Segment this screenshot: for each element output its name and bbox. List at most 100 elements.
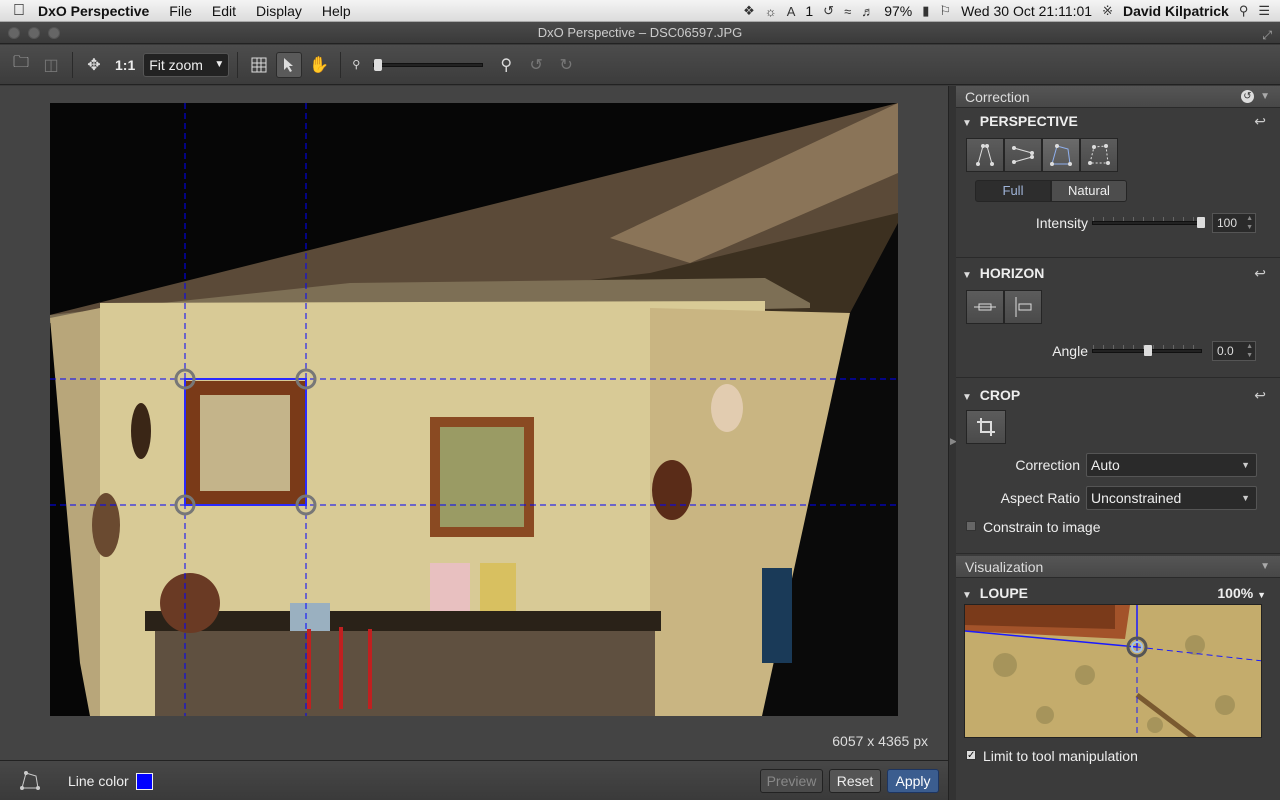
fullscreen-icon[interactable]: ⤢ <box>1262 24 1272 46</box>
window-controls <box>8 27 60 39</box>
menu-help[interactable]: Help <box>322 3 351 19</box>
limit-label[interactable]: Limit to tool manipulation <box>983 748 1138 764</box>
menu-file[interactable]: File <box>169 3 192 19</box>
crop-correction-row: Correction Auto ▼ <box>956 450 1280 480</box>
zoom-slider-thumb[interactable] <box>374 58 383 71</box>
crop-correction-select[interactable]: Auto ▼ <box>1086 453 1257 477</box>
zoom-in-icon[interactable]: ⚲ <box>493 52 519 78</box>
loupe-header[interactable]: ▼ LOUPE 100% ▼ <box>956 580 1280 606</box>
undo-perspective-icon[interactable]: ↩ <box>1254 108 1266 134</box>
time-machine-icon[interactable]: ↺ <box>823 3 834 19</box>
correction-panel: Correction ↺ ▼ ▼ PERSPECTIVE ↩ Full Natu… <box>956 86 1280 800</box>
eight-point-tool-icon[interactable] <box>1080 138 1118 172</box>
sync-icon[interactable]: ☼ <box>765 4 777 19</box>
mode-full-button[interactable]: Full <box>975 180 1051 202</box>
actual-size-button[interactable]: 1:1 <box>111 57 139 73</box>
zoom-select[interactable]: Fit zoom ▼ <box>143 52 230 77</box>
aspect-ratio-label: Aspect Ratio <box>1000 490 1080 506</box>
photo-preview[interactable] <box>50 103 898 716</box>
horizon-header[interactable]: ▼ HORIZON ↩ <box>956 260 1280 286</box>
pin-icon[interactable]: ▼ <box>1260 556 1270 578</box>
disclosure-triangle-icon[interactable]: ▼ <box>962 270 972 281</box>
hand-tool-icon[interactable]: ✋ <box>306 52 332 78</box>
bottom-bar: Line color Preview Reset Apply <box>0 760 948 800</box>
open-folder-icon[interactable]: 🗀 <box>8 52 34 78</box>
chevron-down-icon: ▼ <box>1257 590 1266 600</box>
perspective-header[interactable]: ▼ PERSPECTIVE ↩ <box>956 108 1280 134</box>
aspect-ratio-select[interactable]: Unconstrained ▼ <box>1086 486 1257 510</box>
app-menu[interactable]: DxO Perspective <box>38 3 149 19</box>
perspective-title: PERSPECTIVE <box>979 113 1078 129</box>
toolbar-separator <box>340 51 342 78</box>
apply-button[interactable]: Apply <box>887 769 939 793</box>
aspect-ratio-value: Unconstrained <box>1091 490 1182 506</box>
adobe-icon[interactable]: A <box>787 4 796 19</box>
stepper-icon[interactable]: ▲ ▼ <box>1246 342 1253 360</box>
intensity-slider-thumb[interactable] <box>1197 217 1205 228</box>
dropbox-icon[interactable]: ❖ <box>743 3 755 19</box>
menu-display[interactable]: Display <box>256 3 302 19</box>
perspective-tools <box>966 138 1280 172</box>
undo-icon[interactable]: ↺ <box>523 52 549 78</box>
pointer-tool-icon[interactable] <box>276 51 303 78</box>
pin-icon[interactable]: ▼ <box>1260 86 1270 108</box>
reset-all-icon[interactable]: ↺ <box>1241 90 1254 103</box>
crop-header[interactable]: ▼ CROP ↩ <box>956 382 1280 408</box>
notification-center-icon[interactable]: ☰ <box>1258 3 1270 19</box>
line-color-swatch[interactable] <box>136 773 153 790</box>
stepper-icon[interactable]: ▲ ▼ <box>1246 214 1253 232</box>
volume-icon[interactable]: ♬ <box>861 4 874 19</box>
spotlight-search-icon[interactable]: ⚲ <box>1239 3 1249 19</box>
redo-icon[interactable]: ↻ <box>553 52 579 78</box>
crop-tool-icon[interactable] <box>966 410 1006 444</box>
disclosure-triangle-icon[interactable]: ▼ <box>962 590 972 601</box>
menu-edit[interactable]: Edit <box>212 3 236 19</box>
limit-checkbox[interactable]: ✓ <box>966 750 976 761</box>
undo-horizon-icon[interactable]: ↩ <box>1254 260 1266 286</box>
apple-icon[interactable]:  <box>0 2 38 20</box>
minimize-window-button[interactable] <box>28 27 40 39</box>
horizon-tools <box>966 290 1280 324</box>
constrain-label[interactable]: Constrain to image <box>983 519 1101 535</box>
angle-slider-thumb[interactable] <box>1144 345 1152 356</box>
perspective-tool-icon[interactable] <box>18 770 40 792</box>
chevron-down-icon: ▼ <box>1241 460 1250 470</box>
visualization-palette-title: Visualization ▼ <box>956 556 1280 578</box>
horizontal-lines-tool-icon[interactable] <box>1004 138 1042 172</box>
crop-title: CROP <box>979 387 1021 403</box>
preview-button[interactable]: Preview <box>760 769 823 793</box>
reset-button[interactable]: Reset <box>829 769 881 793</box>
clock[interactable]: Wed 30 Oct 21:11:01 <box>961 3 1092 19</box>
zoom-window-button[interactable] <box>48 27 60 39</box>
user-name[interactable]: David Kilpatrick <box>1123 3 1229 19</box>
intensity-value: 100 <box>1217 216 1238 230</box>
mode-natural-button[interactable]: Natural <box>1051 180 1127 202</box>
save-icon[interactable]: ◫ <box>38 52 64 78</box>
angle-input[interactable]: 0.0 ▲ ▼ <box>1212 341 1256 361</box>
vertical-lines-tool-icon[interactable] <box>966 138 1004 172</box>
zoom-out-icon[interactable]: ⚲ <box>349 52 363 78</box>
intensity-input[interactable]: 100 ▲ ▼ <box>1212 213 1256 233</box>
panel-splitter[interactable]: ▶ <box>948 86 957 800</box>
crop-correction-label: Correction <box>1015 457 1080 473</box>
disclosure-triangle-icon[interactable]: ▼ <box>962 392 972 403</box>
bluetooth-icon[interactable]: ※ <box>1102 3 1113 19</box>
move-icon[interactable]: ✥ <box>81 52 107 78</box>
constrain-checkbox[interactable] <box>966 521 976 531</box>
zoom-slider[interactable] <box>373 58 484 71</box>
wifi-icon[interactable]: ≈ <box>844 4 851 19</box>
intensity-slider[interactable] <box>1092 217 1205 228</box>
disclosure-triangle-icon[interactable]: ▼ <box>962 118 972 129</box>
rectangle-tool-icon[interactable] <box>1042 138 1080 172</box>
flag-uk-icon[interactable]: ⚐ <box>939 3 951 19</box>
horizon-vertical-tool-icon[interactable] <box>1004 290 1042 324</box>
correction-title: Correction <box>965 89 1030 105</box>
undo-crop-icon[interactable]: ↩ <box>1254 382 1266 408</box>
angle-slider[interactable] <box>1092 345 1202 356</box>
chevron-down-icon: ▼ <box>1241 493 1250 503</box>
close-window-button[interactable] <box>8 27 20 39</box>
horizon-horizontal-tool-icon[interactable] <box>966 290 1004 324</box>
crop-tools <box>966 410 1280 444</box>
battery-icon[interactable]: ▮ <box>922 3 929 19</box>
grid-icon[interactable] <box>246 52 272 78</box>
